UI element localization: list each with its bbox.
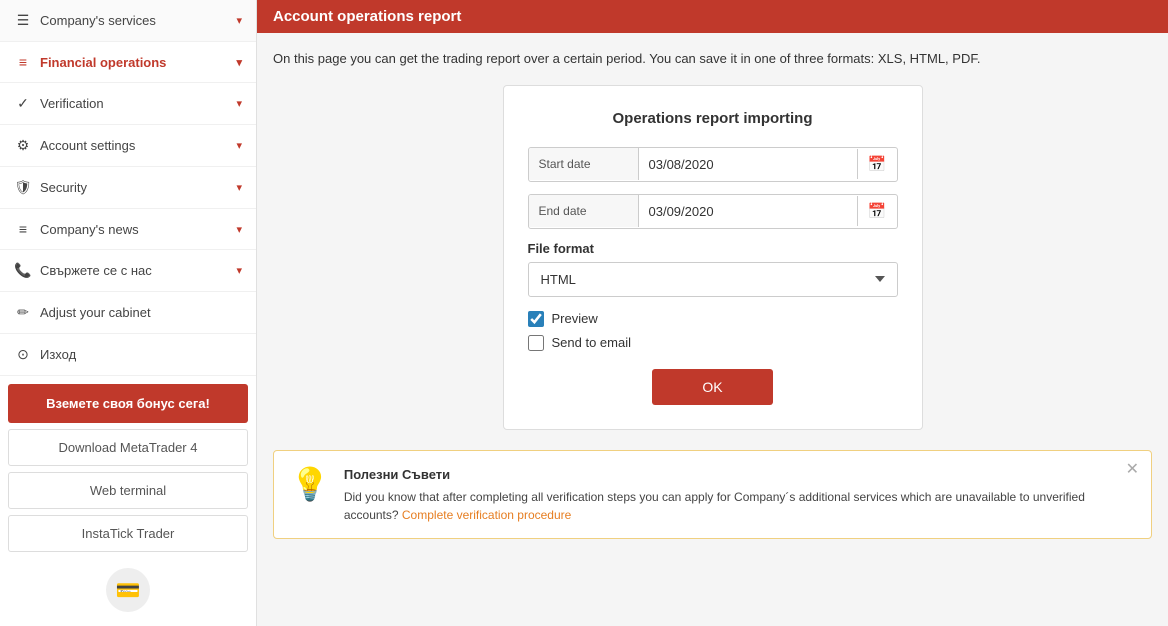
download-metatrader-button[interactable]: Download MetaTrader 4 [8, 429, 248, 466]
file-format-select[interactable]: HTML XLS PDF [528, 262, 898, 297]
financial-operations-label: Financial operations [40, 55, 166, 70]
report-box-title: Operations report importing [528, 110, 898, 127]
file-format-label: File format [528, 241, 898, 256]
web-terminal-button[interactable]: Web terminal [8, 472, 248, 509]
account-settings-icon: ⚙ [14, 137, 32, 154]
financial-operations-icon: ≡ [14, 54, 32, 70]
card-icon: 💳 [106, 568, 150, 612]
checkboxes: Preview Send to email [528, 311, 898, 351]
account-settings-arrow-icon: ▾ [236, 139, 242, 152]
contact-arrow-icon: ▾ [236, 264, 242, 277]
verification-label: Verification [40, 96, 104, 111]
company-news-icon: ≡ [14, 221, 32, 237]
page-body: On this page you can get the trading rep… [257, 33, 1168, 555]
bonus-button[interactable]: Вземете своя бонус сега! [8, 384, 248, 423]
company-news-label: Company's news [40, 222, 139, 237]
start-date-label: Start date [529, 148, 639, 180]
sidebar-item-adjust-cabinet[interactable]: ✏ Adjust your cabinet [0, 292, 256, 334]
ok-button[interactable]: OK [652, 369, 772, 405]
sidebar-item-company-services[interactable]: ☰ Company's services ▾ [0, 0, 256, 42]
adjust-cabinet-label: Adjust your cabinet [40, 305, 151, 320]
start-date-calendar-icon[interactable]: 📅 [857, 149, 897, 179]
send-email-checkbox[interactable] [528, 335, 544, 351]
sidebar-bottom: Вземете своя бонус сега! Download MetaTr… [0, 376, 256, 626]
company-news-arrow-icon: ▾ [236, 223, 242, 236]
company-services-label: Company's services [40, 13, 156, 28]
sidebar-item-account-settings[interactable]: ⚙ Account settings ▾ [0, 125, 256, 167]
financial-operations-arrow-icon: ▾ [236, 56, 242, 69]
send-email-label: Send to email [552, 335, 632, 350]
start-date-input[interactable] [639, 148, 857, 181]
end-date-label: End date [529, 195, 639, 227]
sidebar-item-company-news[interactable]: ≡ Company's news ▾ [0, 209, 256, 250]
exit-label: Изход [40, 347, 76, 362]
account-settings-label: Account settings [40, 138, 135, 153]
instatick-button[interactable]: InstaTick Trader [8, 515, 248, 552]
report-box: Operations report importing Start date 📅… [503, 85, 923, 430]
exit-icon: ⊙ [14, 346, 32, 363]
file-format-section: File format HTML XLS PDF [528, 241, 898, 297]
end-date-input[interactable] [639, 195, 857, 228]
end-date-row: End date 📅 [528, 194, 898, 229]
tip-close-button[interactable]: ✕ [1126, 459, 1139, 479]
page-title: Account operations report [273, 8, 461, 25]
preview-checkbox[interactable] [528, 311, 544, 327]
sidebar-icon-area: 💳 [8, 558, 248, 618]
page-header: Account operations report [257, 0, 1168, 33]
company-services-arrow-icon: ▾ [236, 14, 242, 27]
tip-link[interactable]: Complete verification procedure [402, 508, 571, 522]
sidebar-item-financial-operations[interactable]: ≡ Financial operations ▾ [0, 42, 256, 83]
sidebar-item-verification[interactable]: ✓ Verification ▾ [0, 83, 256, 125]
tip-bulb-icon: 💡 [290, 465, 330, 503]
preview-checkbox-row[interactable]: Preview [528, 311, 898, 327]
end-date-calendar-icon[interactable]: 📅 [857, 196, 897, 226]
security-label: Security [40, 180, 87, 195]
sidebar-item-exit[interactable]: ⊙ Изход [0, 334, 256, 376]
tip-box: 💡 Полезни Съвети Did you know that after… [273, 450, 1152, 540]
send-email-checkbox-row[interactable]: Send to email [528, 335, 898, 351]
contact-icon: 📞 [14, 262, 32, 279]
sidebar-item-contact[interactable]: 📞 Свържете се с нас ▾ [0, 250, 256, 292]
security-icon: 🛡 [14, 179, 32, 196]
main-content: Account operations report On this page y… [257, 0, 1168, 626]
preview-label: Preview [552, 311, 598, 326]
tip-title: Полезни Съвети [344, 465, 1135, 485]
tip-text: Полезни Съвети Did you know that after c… [344, 465, 1135, 525]
security-arrow-icon: ▾ [236, 181, 242, 194]
adjust-cabinet-icon: ✏ [14, 304, 32, 321]
sidebar: ☰ Company's services ▾ ≡ Financial opera… [0, 0, 257, 626]
company-services-icon: ☰ [14, 12, 32, 29]
sidebar-nav: ☰ Company's services ▾ ≡ Financial opera… [0, 0, 256, 376]
verification-icon: ✓ [14, 95, 32, 112]
page-description: On this page you can get the trading rep… [273, 49, 1152, 69]
start-date-row: Start date 📅 [528, 147, 898, 182]
sidebar-item-security[interactable]: 🛡 Security ▾ [0, 167, 256, 209]
verification-arrow-icon: ▾ [236, 97, 242, 110]
contact-label: Свържете се с нас [40, 263, 152, 278]
